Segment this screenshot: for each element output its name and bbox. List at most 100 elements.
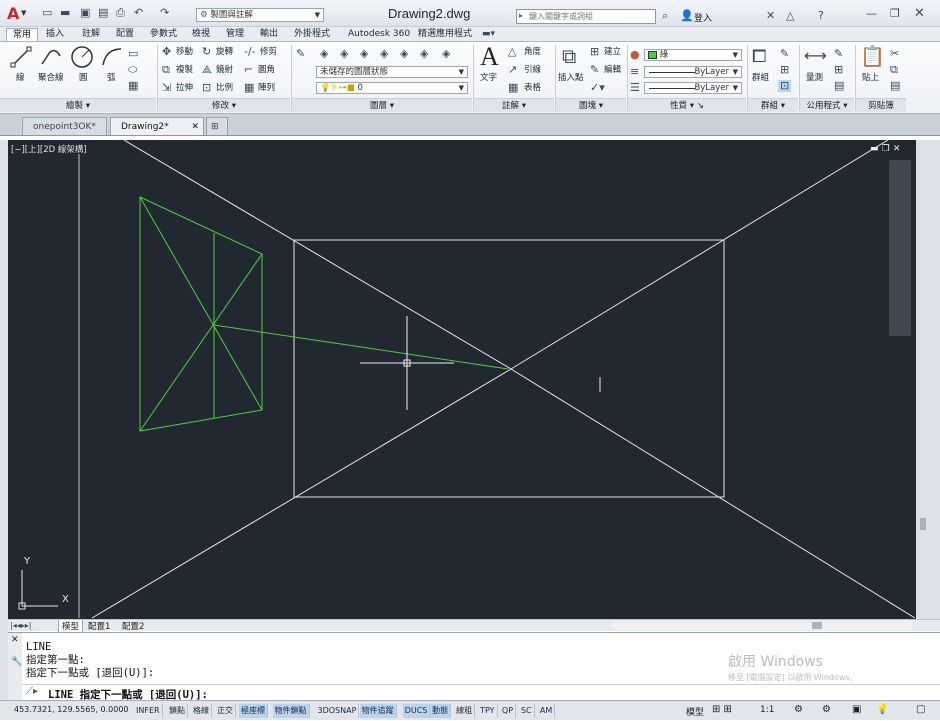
layer-tool-icon[interactable]: ◈ xyxy=(360,48,368,60)
redo-icon[interactable]: ↷ xyxy=(160,7,169,19)
ribbon-tab[interactable]: 配置 xyxy=(110,28,140,41)
drawing-svg[interactable] xyxy=(8,140,916,620)
layer-tool-icon[interactable]: ◈ xyxy=(420,48,428,60)
layer-tool-icon[interactable]: ◈ xyxy=(442,48,450,60)
layer-select[interactable]: 💡☼⊶■ 0 ▼ xyxy=(316,82,468,94)
select-all-icon[interactable]: ⊞ xyxy=(834,64,843,76)
linetype-select[interactable]: ByLayer ▼ xyxy=(644,82,742,94)
status-toggle[interactable]: 動態 xyxy=(430,704,452,718)
ribbon-tab[interactable]: 常用 xyxy=(6,28,39,41)
navigation-bar[interactable] xyxy=(889,160,911,336)
status-toggle[interactable]: 格線 xyxy=(191,704,212,718)
annotation-scale-icon[interactable]: ⊞ ⊞ xyxy=(712,704,732,715)
modify-group-footer[interactable]: 修改 ▾ xyxy=(158,98,290,112)
block-group-footer[interactable]: 圖塊 ▾ xyxy=(556,98,626,112)
group-select-icon[interactable]: ⊡ xyxy=(778,80,792,92)
draw-group-footer[interactable]: 繪製 ▾ xyxy=(0,98,156,112)
exchange-icon[interactable]: ✕ xyxy=(766,10,775,22)
status-toggle[interactable]: 正交 xyxy=(215,704,236,718)
match-properties-icon[interactable]: ● xyxy=(630,49,640,61)
print-icon[interactable]: ⎙ xyxy=(116,7,125,19)
array-icon[interactable]: ▦ xyxy=(244,82,254,94)
status-toggle[interactable]: 物件追蹤 xyxy=(359,704,397,718)
table-icon[interactable]: ▦ xyxy=(508,82,518,94)
match-icon[interactable]: ▤ xyxy=(890,80,900,92)
scroll-thumb[interactable] xyxy=(920,518,926,530)
open-folder-icon[interactable]: ▬ xyxy=(60,7,70,19)
measure-icon[interactable]: ⟷ xyxy=(804,46,827,65)
coordinate-readout[interactable]: 453.7321, 129.5565, 0.0000 xyxy=(14,705,129,714)
status-toggle[interactable]: SC xyxy=(519,704,535,718)
horizontal-scrollbar[interactable] xyxy=(612,621,912,630)
layer-tool-icon[interactable]: ◈ xyxy=(320,48,328,60)
ungroup-icon[interactable]: ✎ xyxy=(780,48,789,60)
circle-tool-icon[interactable] xyxy=(70,45,94,69)
ribbon-options-icon[interactable]: ▬▾ xyxy=(482,28,495,40)
status-toggle[interactable]: TPY xyxy=(478,704,498,718)
mirror-icon[interactable]: ⟁ xyxy=(202,64,212,76)
leader-icon[interactable]: ↗ xyxy=(508,64,517,76)
insert-block-icon[interactable]: ⧉ xyxy=(562,44,576,68)
file-tab-drawing2[interactable]: Drawing2* ✕ xyxy=(110,117,204,135)
edit-block-label[interactable]: 編輯 xyxy=(604,65,621,76)
minimize-icon[interactable]: ▬ xyxy=(870,144,882,154)
layer-properties-icon[interactable]: ✎ xyxy=(296,48,305,60)
copy-icon[interactable]: ⧉ xyxy=(162,64,170,76)
triangle-icon[interactable]: △ xyxy=(786,10,794,22)
trim-label[interactable]: 修剪 xyxy=(260,47,277,58)
search-input[interactable]: 鍵入關鍵字或詞組 xyxy=(529,11,593,22)
ribbon-tab[interactable]: 管理 xyxy=(220,28,250,41)
ribbon-tab[interactable]: 精選應用程式 xyxy=(412,28,478,41)
edit-block-icon[interactable]: ✎ xyxy=(590,64,599,76)
restore-icon[interactable]: ❐ xyxy=(882,144,893,154)
close-icon[interactable]: ✕ xyxy=(914,7,925,20)
close-icon[interactable]: ✕ xyxy=(191,118,199,136)
polyline-tool-icon[interactable] xyxy=(40,46,64,68)
stretch-label[interactable]: 拉伸 xyxy=(176,83,193,94)
mirror-label[interactable]: 鏡射 xyxy=(216,65,233,76)
properties-group-footer[interactable]: 性質 ▾ ↘ xyxy=(628,98,746,112)
save-icon[interactable]: ▣ xyxy=(80,7,90,19)
cut-icon[interactable]: ✂ xyxy=(890,48,899,60)
trim-icon[interactable]: -/- xyxy=(244,46,256,58)
layout-tab-1[interactable]: 配置1 xyxy=(88,620,110,632)
layer-state-select[interactable]: 未儲存的圖層狀態 ▼ xyxy=(316,66,468,78)
move-label[interactable]: 移動 xyxy=(176,47,193,58)
lock-icon[interactable]: ⚙ xyxy=(822,704,831,715)
fullscreen-icon[interactable]: ▢ xyxy=(916,704,925,715)
lineweight-select[interactable]: ByLayer ▼ xyxy=(644,66,742,78)
layer-tool-icon[interactable]: ◈ xyxy=(340,48,348,60)
status-toggle[interactable]: DUCS xyxy=(402,704,431,718)
group-icon[interactable]: ⧠ xyxy=(752,46,766,67)
angle-icon[interactable]: △ xyxy=(508,46,516,58)
search-box[interactable]: 鍵入關鍵字或詞組 ▸ xyxy=(516,9,656,24)
layout-tab-2[interactable]: 配置2 xyxy=(122,620,144,632)
viewport-label[interactable]: [−][上][2D 線架構] xyxy=(11,143,87,155)
quick-select-icon[interactable]: ✎ xyxy=(834,48,843,60)
group-edit-icon[interactable]: ⊞ xyxy=(780,64,789,76)
restore-icon[interactable]: ❐ xyxy=(890,8,900,20)
create-block-label[interactable]: 建立 xyxy=(604,47,621,58)
annotation-group-footer[interactable]: 註解 ▾ xyxy=(474,98,554,112)
ribbon-tab[interactable]: 輸出 xyxy=(254,28,284,41)
status-toggle[interactable]: 3DOSNAP xyxy=(316,704,360,718)
binoculars-icon[interactable]: ⌕ xyxy=(662,10,668,22)
stretch-icon[interactable]: ⇲ xyxy=(162,82,171,94)
text-tool-icon[interactable]: A xyxy=(480,42,499,72)
status-toggle[interactable]: AM xyxy=(538,704,556,718)
linetype-icon[interactable]: ☰ xyxy=(630,82,640,94)
minimize-icon[interactable]: — xyxy=(866,8,877,20)
leader-label[interactable]: 引線 xyxy=(524,65,541,76)
clipboard-group-footer[interactable]: 剪貼簿 xyxy=(856,98,906,112)
lightbulb-icon[interactable]: 💡 xyxy=(876,704,888,715)
layers-group-footer[interactable]: 圖層 ▾ xyxy=(292,98,472,112)
command-input[interactable]: ⟋▸ LINE 指定下一點或 [退回(U)]: xyxy=(22,684,940,701)
scale-label[interactable]: 比例 xyxy=(216,83,233,94)
status-toggle[interactable]: QP xyxy=(500,704,517,718)
ribbon-tab[interactable]: 註解 xyxy=(76,28,106,41)
status-toggle[interactable]: 線粗 xyxy=(454,704,476,718)
vertical-scrollbar[interactable] xyxy=(916,140,940,620)
ribbon-tab[interactable]: Autodesk 360 xyxy=(342,28,416,41)
tab-nav-arrows[interactable]: |◂◂▸▸| xyxy=(10,620,31,632)
fillet-label[interactable]: 圓角 xyxy=(258,65,275,76)
